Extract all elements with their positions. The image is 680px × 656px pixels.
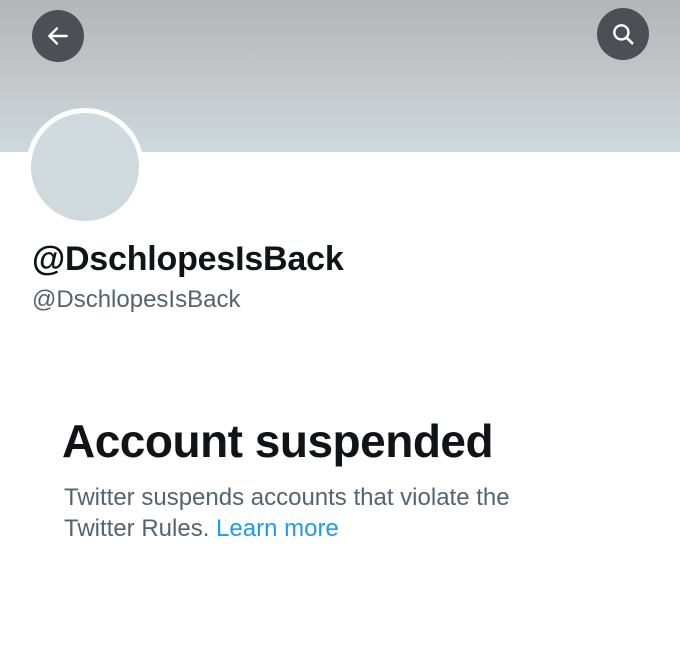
- suspension-title: Account suspended: [62, 415, 494, 467]
- display-name: @DschlopesIsBack: [32, 240, 344, 278]
- suspension-description: Twitter suspends accounts that violate t…: [64, 482, 624, 544]
- description-line2: Twitter Rules.: [64, 515, 210, 542]
- back-button[interactable]: [32, 10, 84, 62]
- description-line1: Twitter suspends accounts that violate t…: [64, 484, 510, 511]
- avatar[interactable]: [26, 108, 144, 226]
- learn-more-link[interactable]: Learn more: [216, 515, 339, 542]
- profile-page: @DschlopesIsBack @DschlopesIsBack Accoun…: [0, 0, 680, 656]
- user-handle: @DschlopesIsBack: [32, 286, 241, 313]
- arrow-left-icon: [48, 27, 68, 45]
- search-button[interactable]: [597, 8, 649, 60]
- search-icon: [613, 24, 634, 45]
